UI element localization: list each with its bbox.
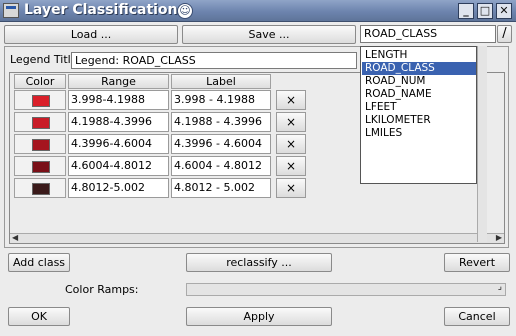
ok-button[interactable]: OK bbox=[8, 307, 70, 326]
globe-icon[interactable]: ☺ bbox=[177, 3, 193, 19]
maximize-button[interactable]: □ bbox=[477, 3, 493, 19]
dropdown-option[interactable]: ROAD_NUM bbox=[362, 75, 476, 88]
dropdown-option[interactable]: ROAD_NAME bbox=[362, 88, 476, 101]
range-cell[interactable]: 4.8012-5.002 bbox=[68, 178, 169, 198]
color-swatch[interactable] bbox=[32, 139, 50, 151]
field-select[interactable]: ROAD_CLASS bbox=[360, 25, 496, 43]
window-title: Layer Classification bbox=[24, 2, 178, 18]
color-cell[interactable] bbox=[14, 90, 66, 110]
load-button[interactable]: Load ... bbox=[4, 25, 178, 44]
revert-button[interactable]: Revert bbox=[444, 253, 510, 272]
range-cell[interactable]: 4.1988-4.3996 bbox=[68, 112, 169, 132]
add-class-button[interactable]: Add class bbox=[8, 253, 70, 272]
delete-class-button[interactable]: × bbox=[276, 112, 306, 132]
label-cell[interactable]: 3.998 - 4.1988 bbox=[171, 90, 271, 110]
save-button[interactable]: Save ... bbox=[182, 25, 356, 44]
color-ramps-label: Color Ramps: bbox=[65, 283, 139, 296]
color-cell[interactable] bbox=[14, 112, 66, 132]
minimize-button[interactable]: _ bbox=[458, 3, 474, 19]
cancel-button[interactable]: Cancel bbox=[444, 307, 510, 326]
color-swatch[interactable] bbox=[32, 161, 50, 173]
delete-class-button[interactable]: × bbox=[276, 90, 306, 110]
apply-button[interactable]: Apply bbox=[186, 307, 332, 326]
color-cell[interactable] bbox=[14, 178, 66, 198]
range-cell[interactable]: 4.3996-4.6004 bbox=[68, 134, 169, 154]
label-cell[interactable]: 4.6004 - 4.8012 bbox=[171, 156, 271, 176]
vertical-scrollbar[interactable] bbox=[477, 46, 487, 242]
dropdown-option[interactable]: LFEET bbox=[362, 101, 476, 114]
dropdown-option[interactable]: LMILES bbox=[362, 127, 476, 140]
label-cell[interactable]: 4.1988 - 4.3996 bbox=[171, 112, 271, 132]
dropdown-option-selected[interactable]: ROAD_CLASS bbox=[362, 62, 476, 75]
field-dropdown-list: LENGTH ROAD_CLASS ROAD_NUM ROAD_NAME LFE… bbox=[360, 46, 477, 184]
window-menu-icon[interactable] bbox=[3, 3, 19, 18]
scroll-right-icon[interactable]: ▶ bbox=[496, 233, 502, 242]
color-cell[interactable] bbox=[14, 134, 66, 154]
reclassify-button[interactable]: reclassify ... bbox=[186, 253, 332, 272]
dropdown-option[interactable]: LENGTH bbox=[362, 49, 476, 62]
label-cell[interactable]: 4.3996 - 4.6004 bbox=[171, 134, 271, 154]
title-bar: Layer Classification ☺ _ □ ✕ bbox=[0, 0, 516, 22]
column-header-color: Color bbox=[14, 74, 66, 89]
scroll-left-icon[interactable]: ◀ bbox=[12, 233, 18, 242]
color-swatch[interactable] bbox=[32, 183, 50, 195]
color-ramps-select[interactable]: ⌟ bbox=[186, 282, 506, 296]
label-cell[interactable]: 4.8012 - 5.002 bbox=[171, 178, 271, 198]
range-cell[interactable]: 4.6004-4.8012 bbox=[68, 156, 169, 176]
color-cell[interactable] bbox=[14, 156, 66, 176]
ramp-dropdown-icon[interactable]: ⌟ bbox=[498, 282, 502, 292]
color-swatch[interactable] bbox=[32, 117, 50, 129]
table-horizontal-scrollbar[interactable]: ◀ ▶ bbox=[10, 233, 504, 243]
range-cell[interactable]: 3.998-4.1988 bbox=[68, 90, 169, 110]
delete-class-button[interactable]: × bbox=[276, 156, 306, 176]
close-button[interactable]: ✕ bbox=[496, 3, 512, 19]
color-swatch[interactable] bbox=[32, 95, 50, 107]
delete-class-button[interactable]: × bbox=[276, 178, 306, 198]
delete-class-button[interactable]: × bbox=[276, 134, 306, 154]
dropdown-option[interactable]: LKILOMETER bbox=[362, 114, 476, 127]
column-header-range: Range bbox=[68, 74, 169, 89]
column-header-label: Label bbox=[171, 74, 271, 89]
field-select-toggle-button[interactable]: / bbox=[497, 25, 512, 43]
legend-title-input[interactable]: Legend: ROAD_CLASS bbox=[71, 52, 357, 69]
